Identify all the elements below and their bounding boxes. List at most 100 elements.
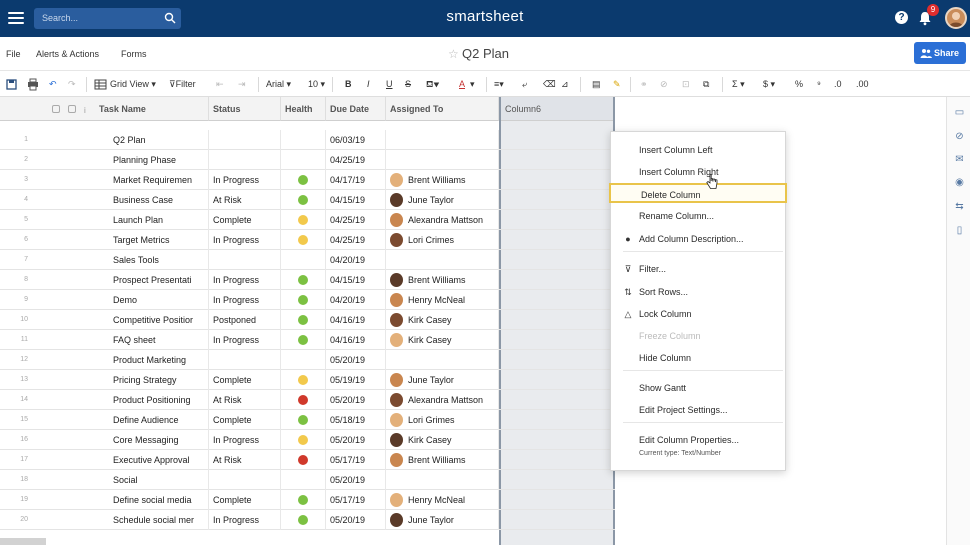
menu-item-sort-rows[interactable]: ⇅ Sort Rows... <box>611 282 787 302</box>
table-row[interactable]: 17 Executive Approval At Risk 05/17/19 Brent… <box>0 450 615 470</box>
text-color-dropdown[interactable]: ▾ <box>470 77 475 92</box>
cell-assigned-to[interactable]: Brent Williams <box>386 450 499 470</box>
table-row[interactable]: 12 Product Marketing 05/20/19 <box>0 350 615 370</box>
cell-due-date[interactable]: 05/19/19 <box>326 370 386 390</box>
cell-task-name[interactable]: Planning Phase <box>109 150 209 170</box>
cell-due-date[interactable]: 05/20/19 <box>326 470 386 490</box>
clear-format-icon[interactable]: ⌫ <box>543 77 556 92</box>
cell-status[interactable]: In Progress <box>209 290 281 310</box>
cell-due-date[interactable]: 04/20/19 <box>326 290 386 310</box>
cell-task-name[interactable]: Social <box>109 470 209 490</box>
cell-assigned-to[interactable]: Lori Crimes <box>386 230 499 250</box>
cell-task-name[interactable]: Define social media <box>109 490 209 510</box>
column-header-health[interactable]: Health <box>281 97 326 121</box>
cell-column6[interactable] <box>501 350 613 370</box>
menu-item-filter[interactable]: ⊽ Filter... <box>611 259 787 279</box>
cell-health[interactable] <box>281 370 326 390</box>
hamburger-menu-icon[interactable] <box>6 9 26 27</box>
search-icon[interactable] <box>164 12 176 24</box>
cell-status[interactable] <box>209 350 281 370</box>
cell-column6[interactable] <box>501 450 613 470</box>
cell-task-name[interactable]: Product Marketing <box>109 350 209 370</box>
cell-status[interactable]: In Progress <box>209 230 281 250</box>
cell-status[interactable]: Complete <box>209 490 281 510</box>
cell-column6[interactable] <box>501 510 613 530</box>
redo-icon[interactable]: ↷ <box>68 77 76 92</box>
cell-assigned-to[interactable]: Alexandra Mattson <box>386 390 499 410</box>
cell-health[interactable] <box>281 430 326 450</box>
cell-due-date[interactable]: 05/20/19 <box>326 390 386 410</box>
menu-item-hide-column[interactable]: Hide Column <box>611 348 787 368</box>
hierarchy-icon[interactable]: ⧉ <box>703 77 709 92</box>
proofs-icon[interactable]: ✉ <box>954 154 965 165</box>
table-row[interactable]: 16 Core Messaging In Progress 05/20/19 Kirk … <box>0 430 615 450</box>
cell-assigned-to[interactable]: June Taylor <box>386 510 499 530</box>
cell-assigned-to[interactable]: Kirk Casey <box>386 430 499 450</box>
menu-item-delete-column[interactable]: Delete Column <box>609 183 787 203</box>
menu-item-show-gantt[interactable]: Show Gantt <box>611 378 787 398</box>
menu-file[interactable]: File <box>6 49 21 59</box>
cell-assigned-to[interactable]: Kirk Casey <box>386 330 499 350</box>
cell-due-date[interactable]: 05/20/19 <box>326 510 386 530</box>
cell-health[interactable] <box>281 310 326 330</box>
cell-task-name[interactable]: Product Positioning <box>109 390 209 410</box>
table-row[interactable]: 19 Define social media Complete 05/17/19 Hen… <box>0 490 615 510</box>
cell-task-name[interactable]: Target Metrics <box>109 230 209 250</box>
table-row[interactable]: 10 Competitive Positior Postponed 04/16/19 K… <box>0 310 615 330</box>
cell-column6[interactable] <box>501 310 613 330</box>
cell-due-date[interactable]: 05/20/19 <box>326 430 386 450</box>
attachment-icon[interactable]: ⊘ <box>660 77 668 92</box>
cell-task-name[interactable]: Executive Approval <box>109 450 209 470</box>
cell-column6[interactable] <box>501 270 613 290</box>
column-header-task-name[interactable]: Task Name <box>95 97 209 121</box>
cell-assigned-to[interactable]: June Taylor <box>386 370 499 390</box>
cell-status[interactable]: At Risk <box>209 190 281 210</box>
cell-assigned-to[interactable]: Henry McNeal <box>386 290 499 310</box>
cell-due-date[interactable]: 05/17/19 <box>326 490 386 510</box>
table-row[interactable]: 7 Sales Tools 04/20/19 <box>0 250 615 270</box>
summary-icon[interactable]: ▯ <box>954 225 965 236</box>
fill-color-icon[interactable]: ⛾▾ <box>426 77 439 92</box>
cell-status[interactable]: In Progress <box>209 170 281 190</box>
cell-assigned-to[interactable]: Brent Williams <box>386 170 499 190</box>
cell-health[interactable] <box>281 170 326 190</box>
column-header-status[interactable]: Status <box>209 97 281 121</box>
cell-column6[interactable] <box>501 230 613 250</box>
menu-item-insert-column-left[interactable]: Insert Column Left <box>611 140 787 160</box>
attachments-icon[interactable]: ⊘ <box>954 131 965 142</box>
strikethrough-button[interactable]: S <box>405 77 411 92</box>
font-dropdown[interactable]: Arial ▾ <box>266 77 291 92</box>
cell-status[interactable]: In Progress <box>209 270 281 290</box>
table-row[interactable]: 3 Market Requiremen In Progress 04/17/19 Bre… <box>0 170 615 190</box>
indent-icon[interactable]: ⇥ <box>238 77 246 92</box>
table-row[interactable]: 5 Launch Plan Complete 04/25/19 Alexandra Ma… <box>0 210 615 230</box>
cell-health[interactable] <box>281 450 326 470</box>
dependency-icon[interactable]: ⊡ <box>682 77 690 92</box>
cell-task-name[interactable]: Schedule social mer <box>109 510 209 530</box>
bold-button[interactable]: B <box>345 77 352 92</box>
cell-column6[interactable] <box>501 330 613 350</box>
cell-status[interactable]: At Risk <box>209 390 281 410</box>
font-size-dropdown[interactable]: 10 ▾ <box>308 77 325 92</box>
cell-health[interactable] <box>281 350 326 370</box>
table-row[interactable]: 18 Social 05/20/19 <box>0 470 615 490</box>
filter-button[interactable]: ⊽Filter <box>169 77 196 92</box>
cell-task-name[interactable]: FAQ sheet <box>109 330 209 350</box>
cell-health[interactable] <box>281 290 326 310</box>
cell-task-name[interactable]: Define Audience <box>109 410 209 430</box>
cell-assigned-to[interactable]: Alexandra Mattson <box>386 210 499 230</box>
menu-item-lock-column[interactable]: △ Lock Column <box>611 304 787 324</box>
cell-assigned-to[interactable] <box>386 470 499 490</box>
link-icon[interactable]: ⚭ <box>640 77 648 92</box>
cell-column6[interactable] <box>501 470 613 490</box>
cell-task-name[interactable]: Launch Plan <box>109 210 209 230</box>
menu-item-add-column-description[interactable]: ● Add Column Description... <box>611 229 787 249</box>
cell-column6[interactable] <box>501 290 613 310</box>
percent-icon[interactable]: % <box>795 77 803 92</box>
table-row[interactable]: 8 Prospect Presentati In Progress 04/15/19 B… <box>0 270 615 290</box>
table-row[interactable]: 15 Define Audience Complete 05/18/19 Lori Gr… <box>0 410 615 430</box>
increase-decimal-icon[interactable]: .00 <box>856 77 869 92</box>
cell-health[interactable] <box>281 410 326 430</box>
menu-alerts-actions[interactable]: Alerts & Actions <box>36 49 99 59</box>
cell-status[interactable]: In Progress <box>209 430 281 450</box>
